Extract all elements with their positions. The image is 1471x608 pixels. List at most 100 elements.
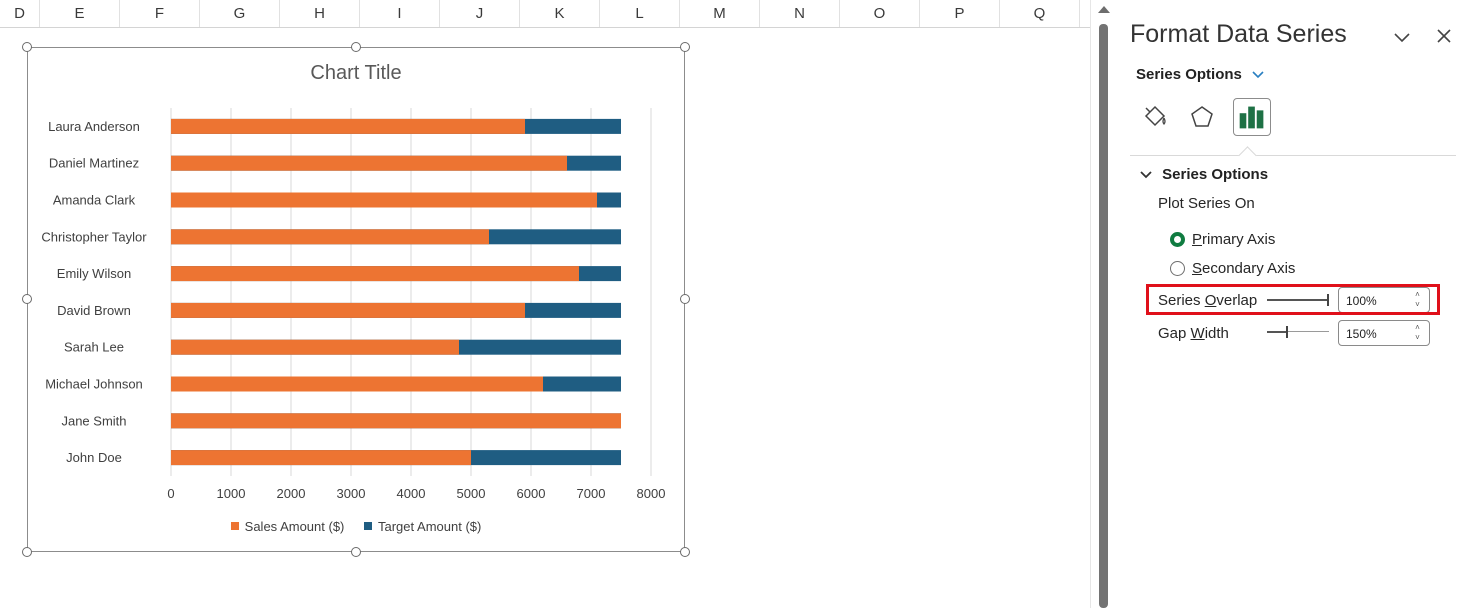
legend-swatch-target — [364, 522, 372, 530]
legend-label-target: Target Amount ($) — [378, 518, 482, 534]
category-label: Amanda Clark — [53, 193, 136, 208]
legend-item-sales[interactable]: Sales Amount ($) — [230, 518, 345, 534]
slider-thumb[interactable] — [1327, 294, 1329, 306]
spin-down-icon[interactable]: ˅ — [1413, 334, 1422, 342]
bar-sales-6[interactable] — [171, 339, 459, 355]
series-options-chart-icon[interactable] — [1233, 98, 1271, 136]
close-icon[interactable] — [1434, 26, 1454, 46]
vertical-scrollbar[interactable] — [1090, 0, 1116, 608]
category-label: Jane Smith — [61, 413, 126, 428]
x-tick-label: 3000 — [337, 486, 366, 501]
resize-handle-top[interactable] — [351, 42, 361, 52]
x-tick-label: 4000 — [397, 486, 426, 501]
gap-width-slider[interactable] — [1267, 326, 1329, 338]
secondary-axis-label: Secondary Axis — [1192, 260, 1296, 277]
column-header-d[interactable]: D — [0, 0, 40, 27]
column-header-o[interactable]: O — [840, 0, 920, 27]
spin-down-icon[interactable]: ˅ — [1413, 301, 1422, 309]
column-header-e[interactable]: E — [40, 0, 120, 27]
category-label: John Doe — [66, 450, 122, 465]
series-overlap-spinbox[interactable]: 100% ˄ ˅ — [1338, 287, 1430, 313]
bar-chart-plot[interactable]: 0 1000 2000 3000 4000 5000 6000 7000 8000 Laura A… — [28, 48, 684, 551]
bar-sales-0[interactable] — [171, 118, 525, 134]
x-tick-label: 0 — [167, 486, 174, 501]
column-header-q[interactable]: Q — [1000, 0, 1080, 27]
tab-notch — [1238, 146, 1257, 165]
pane-title: Format Data Series — [1130, 20, 1347, 48]
resize-handle-bottom-right[interactable] — [680, 547, 690, 557]
category-label: Laura Anderson — [48, 119, 140, 134]
series-overlap-slider[interactable] — [1267, 294, 1329, 306]
chart-legend[interactable]: Sales Amount ($) Target Amount ($) — [28, 518, 684, 534]
column-header-n[interactable]: N — [760, 0, 840, 27]
plot-series-on-label: Plot Series On — [1158, 195, 1255, 212]
tab-divider — [1130, 155, 1456, 156]
x-tick-label: 1000 — [217, 486, 246, 501]
column-header-h[interactable]: H — [280, 0, 360, 27]
primary-axis-label: Primary Axis — [1192, 231, 1276, 248]
scroll-up-arrow-icon[interactable] — [1098, 6, 1110, 13]
gap-width-label: Gap Width — [1158, 325, 1229, 342]
legend-item-target[interactable]: Target Amount ($) — [364, 519, 481, 534]
resize-handle-bottom-left[interactable] — [22, 547, 32, 557]
series-options-dropdown[interactable]: Series Options — [1136, 66, 1264, 83]
x-tick-label: 5000 — [457, 486, 486, 501]
resize-handle-top-left[interactable] — [22, 42, 32, 52]
legend-label-sales: Sales Amount ($) — [244, 518, 345, 534]
bar-sales-9[interactable] — [171, 450, 471, 466]
radio-selected-icon[interactable] — [1170, 232, 1185, 247]
resize-handle-bottom[interactable] — [351, 547, 361, 557]
column-header-l[interactable]: L — [600, 0, 680, 27]
chart[interactable]: Chart Title 0 1000 2000 3000 4000 5000 6000 700… — [27, 47, 685, 552]
effects-pentagon-icon[interactable] — [1183, 98, 1221, 136]
chevron-down-icon — [1140, 171, 1152, 179]
x-tick-label: 8000 — [637, 486, 666, 501]
series-overlap-label: Series Overlap — [1158, 292, 1258, 309]
bar-sales-7[interactable] — [171, 376, 543, 392]
gap-width-spinbox[interactable]: 150% ˄ ˅ — [1338, 320, 1430, 346]
section-header-label: Series Options — [1162, 166, 1269, 183]
category-label: Michael Johnson — [45, 377, 143, 392]
category-label: David Brown — [57, 303, 131, 318]
category-label: Emily Wilson — [57, 266, 131, 281]
gap-width-value[interactable]: 150% — [1346, 327, 1377, 341]
column-header-j[interactable]: J — [440, 0, 520, 27]
resize-handle-right[interactable] — [680, 294, 690, 304]
bar-sales-3[interactable] — [171, 229, 489, 245]
column-header-p[interactable]: P — [920, 0, 1000, 27]
x-tick-label: 6000 — [517, 486, 546, 501]
spreadsheet-area[interactable]: DEFGHIJKLMNOPQ Chart Title 0 1000 2000 3000… — [0, 0, 1090, 608]
series-overlap-value[interactable]: 100% — [1346, 294, 1377, 308]
spin-up-icon[interactable]: ˄ — [1413, 324, 1422, 332]
resize-handle-left[interactable] — [22, 294, 32, 304]
column-header-m[interactable]: M — [680, 0, 760, 27]
chevron-down-icon — [1252, 71, 1264, 79]
column-header-g[interactable]: G — [200, 0, 280, 27]
x-tick-label: 2000 — [277, 486, 306, 501]
resize-handle-top-right[interactable] — [680, 42, 690, 52]
fill-line-icon[interactable] — [1136, 98, 1174, 136]
slider-thumb[interactable] — [1285, 326, 1288, 338]
spin-up-icon[interactable]: ˄ — [1413, 291, 1422, 299]
category-label: Daniel Martinez — [49, 156, 139, 171]
x-tick-label: 7000 — [577, 486, 606, 501]
column-header-i[interactable]: I — [360, 0, 440, 27]
bar-sales-1[interactable] — [171, 155, 567, 171]
legend-swatch-sales — [230, 522, 239, 530]
radio-unselected-icon[interactable] — [1170, 261, 1185, 276]
column-header-f[interactable]: F — [120, 0, 200, 27]
bar-sales-5[interactable] — [171, 302, 525, 318]
series-options-dropdown-label: Series Options — [1136, 66, 1242, 83]
format-data-series-pane: Format Data Series Series Options Series… — [1116, 0, 1471, 608]
series-options-section-header[interactable]: Series Options — [1140, 166, 1268, 183]
bar-sales-8[interactable] — [171, 413, 621, 429]
primary-axis-radio[interactable]: Primary Axis — [1170, 231, 1275, 248]
bar-sales-4[interactable] — [171, 266, 579, 282]
bar-sales-2[interactable] — [171, 192, 597, 208]
category-label: Christopher Taylor — [41, 229, 147, 244]
scrollbar-thumb[interactable] — [1099, 24, 1108, 608]
column-headers: DEFGHIJKLMNOPQ — [0, 0, 1090, 28]
column-header-k[interactable]: K — [520, 0, 600, 27]
secondary-axis-radio[interactable]: Secondary Axis — [1170, 260, 1295, 277]
chevron-down-icon[interactable] — [1392, 27, 1412, 47]
